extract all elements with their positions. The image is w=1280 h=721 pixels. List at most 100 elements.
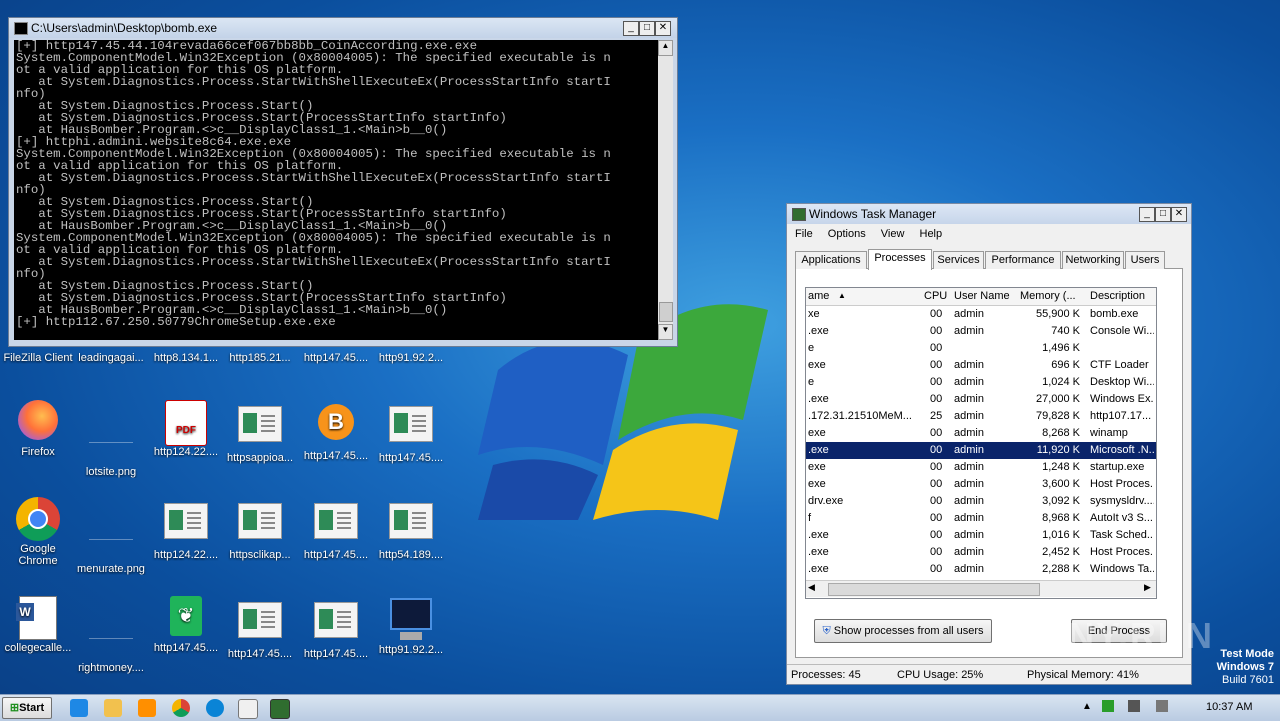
process-row[interactable]: exe 00 admin 3,600 K Host Proces... [806, 476, 1156, 493]
process-row[interactable]: exe 00 admin 8,268 K winamp [806, 425, 1156, 442]
tab-applications[interactable]: Applications [795, 251, 867, 269]
scroll-right-icon[interactable]: ▶ [1144, 582, 1151, 593]
process-row[interactable]: .exe 00 admin 2,288 K Windows Ta... [806, 561, 1156, 578]
console-titlebar[interactable]: C:\Users\admin\Desktop\bomb.exe _ □ ✕ [9, 18, 677, 38]
col-user-name[interactable]: User Name [954, 290, 1010, 302]
process-row[interactable]: .172.31.21510MeM... 25 admin 79,828 K http10… [806, 408, 1156, 425]
process-cell-user: admin [954, 410, 984, 422]
process-row[interactable]: e 00 admin 1,024 K Desktop Wi... [806, 374, 1156, 391]
process-row[interactable]: e 00 1,496 K [806, 340, 1156, 357]
desktop-icon-bitcoin[interactable]: B http147.45.... [298, 400, 374, 462]
media-player-icon[interactable] [138, 699, 156, 717]
show-all-processes-button[interactable]: ⛨ Show processes from all users [814, 619, 992, 643]
minimize-icon[interactable]: _ [623, 21, 639, 36]
folder-icon[interactable] [104, 699, 122, 717]
console-window[interactable]: C:\Users\admin\Desktop\bomb.exe _ □ ✕ [+… [8, 17, 678, 347]
col-image-name[interactable]: ame [808, 290, 829, 302]
process-row[interactable]: .exe 00 admin 740 K Console Wi... [806, 323, 1156, 340]
task-manager-window[interactable]: Windows Task Manager _ □ ✕ File Options … [786, 203, 1192, 685]
process-row[interactable]: exe 00 admin 696 K CTF Loader [806, 357, 1156, 374]
ie-icon[interactable] [70, 699, 88, 717]
task-manager-taskbar-icon[interactable] [270, 699, 290, 719]
console-taskbar-icon[interactable] [238, 699, 258, 719]
desktop-icon-file[interactable]: httpsappioa... [222, 400, 298, 464]
desktop-icon-label[interactable]: FileZilla Client [0, 352, 76, 364]
desktop-icon-label[interactable]: http185.21... [222, 352, 298, 364]
desktop-icon-label[interactable]: http147.45.... [298, 352, 374, 364]
leaf-document-icon: ❦ [162, 596, 210, 640]
minimize-icon[interactable]: _ [1139, 207, 1155, 222]
desktop-icon-file[interactable]: httpsclikap... [222, 497, 298, 561]
scroll-thumb[interactable] [828, 583, 1040, 596]
process-cell-user: admin [954, 546, 984, 558]
desktop-icon-leaf[interactable]: ❦ http147.45.... [148, 596, 224, 654]
horizontal-scrollbar[interactable]: ◀ ▶ [806, 580, 1156, 597]
desktop-icon-label: rightmoney.... [78, 662, 144, 674]
tab-processes[interactable]: Processes [868, 249, 932, 270]
tray-app-icon[interactable] [1102, 700, 1114, 712]
desktop-icon-file[interactable]: http147.45.... [298, 596, 374, 660]
process-row[interactable]: .exe 00 admin 27,000 K Windows Ex... [806, 391, 1156, 408]
process-row[interactable]: xe 00 admin 55,900 K bomb.exe [806, 306, 1156, 323]
process-row[interactable]: .exe 00 admin 2,452 K Host Proces... [806, 544, 1156, 561]
col-description[interactable]: Description [1090, 290, 1145, 302]
network-icon[interactable] [1128, 700, 1140, 712]
process-row[interactable]: .exe 00 admin 1,016 K Task Sched... [806, 527, 1156, 544]
desktop-icon-file[interactable]: lotsite.png [73, 400, 149, 478]
desktop-icon-chrome[interactable]: Google Chrome [0, 497, 76, 567]
tab-users[interactable]: Users [1125, 251, 1165, 269]
process-cell-mem: 79,828 K [1035, 410, 1080, 422]
desktop-icon-file[interactable]: menurate.png [73, 497, 149, 575]
menu-help[interactable]: Help [920, 228, 943, 240]
process-row[interactable]: exe 00 admin 1,248 K startup.exe [806, 459, 1156, 476]
desktop-icon-label[interactable]: http91.92.2... [373, 352, 449, 364]
menu-view[interactable]: View [881, 228, 905, 240]
desktop-icon-file[interactable]: http147.45.... [298, 497, 374, 561]
desktop-icon-file[interactable]: http54.189.... [373, 497, 449, 561]
close-icon[interactable]: ✕ [1171, 207, 1187, 222]
desktop-icon-file[interactable]: http147.45.... [222, 596, 298, 660]
scroll-thumb[interactable] [659, 302, 673, 322]
scroll-up-icon[interactable]: ▲ [658, 40, 673, 56]
col-memory[interactable]: Memory (... [1020, 290, 1076, 302]
desktop-icon-label-text: http8.134.1... [153, 352, 219, 364]
desktop-icon-file[interactable]: http124.22.... [148, 497, 224, 561]
volume-icon[interactable] [1156, 700, 1168, 712]
desktop-icon-label[interactable]: leadingagai... [73, 352, 149, 364]
desktop-icon-label[interactable]: http8.134.1... [148, 352, 224, 364]
tab-performance[interactable]: Performance [985, 251, 1061, 269]
status-memory: Physical Memory: 41% [1027, 669, 1139, 681]
process-cell-cpu: 00 [930, 393, 943, 405]
tray-expand-icon[interactable]: ▲ [1082, 701, 1092, 712]
clock[interactable]: 10:37 AM [1206, 701, 1252, 713]
task-manager-titlebar[interactable]: Windows Task Manager _ □ ✕ [787, 204, 1191, 224]
menu-options[interactable]: Options [828, 228, 866, 240]
process-cell-cpu: 00 [930, 342, 943, 354]
col-cpu[interactable]: CPU [924, 290, 947, 302]
desktop-icon-file[interactable]: http147.45.... [373, 400, 449, 464]
scroll-down-icon[interactable]: ▼ [658, 324, 673, 340]
menu-file[interactable]: File [795, 228, 813, 240]
edge-icon[interactable] [206, 699, 224, 717]
desktop-icon-pdf[interactable]: PDF http124.22.... [148, 400, 224, 458]
desktop-icon-word[interactable]: W collegecalle... [0, 596, 76, 654]
process-list[interactable]: ame ▲ CPU User Name Memory (... Descript… [805, 287, 1157, 599]
process-row[interactable]: drv.exe 00 admin 3,092 K sysmysldrv.... [806, 493, 1156, 510]
desktop-icon-label: lotsite.png [85, 466, 137, 478]
scroll-left-icon[interactable]: ◀ [808, 582, 815, 593]
process-row[interactable]: f 00 admin 8,968 K AutoIt v3 S... [806, 510, 1156, 527]
desktop-icon-network[interactable]: http91.92.2... [373, 596, 449, 656]
chrome-icon[interactable] [172, 699, 190, 717]
desktop-icon-firefox[interactable]: Firefox [0, 400, 76, 458]
process-cell-user: admin [954, 325, 984, 337]
tab-networking[interactable]: Networking [1062, 251, 1124, 269]
desktop-icon-file[interactable]: rightmoney.... [73, 596, 149, 674]
console-scrollbar[interactable]: ▲ ▼ [658, 40, 673, 340]
maximize-icon[interactable]: □ [1155, 207, 1171, 222]
process-row[interactable]: .exe 00 admin 11,920 K Microsoft .N... [806, 442, 1156, 459]
process-cell-desc: Task Sched... [1090, 529, 1154, 541]
tab-services[interactable]: Services [933, 251, 984, 269]
maximize-icon[interactable]: □ [639, 21, 655, 36]
start-button[interactable]: ⊞Start [2, 697, 52, 719]
close-icon[interactable]: ✕ [655, 21, 671, 36]
